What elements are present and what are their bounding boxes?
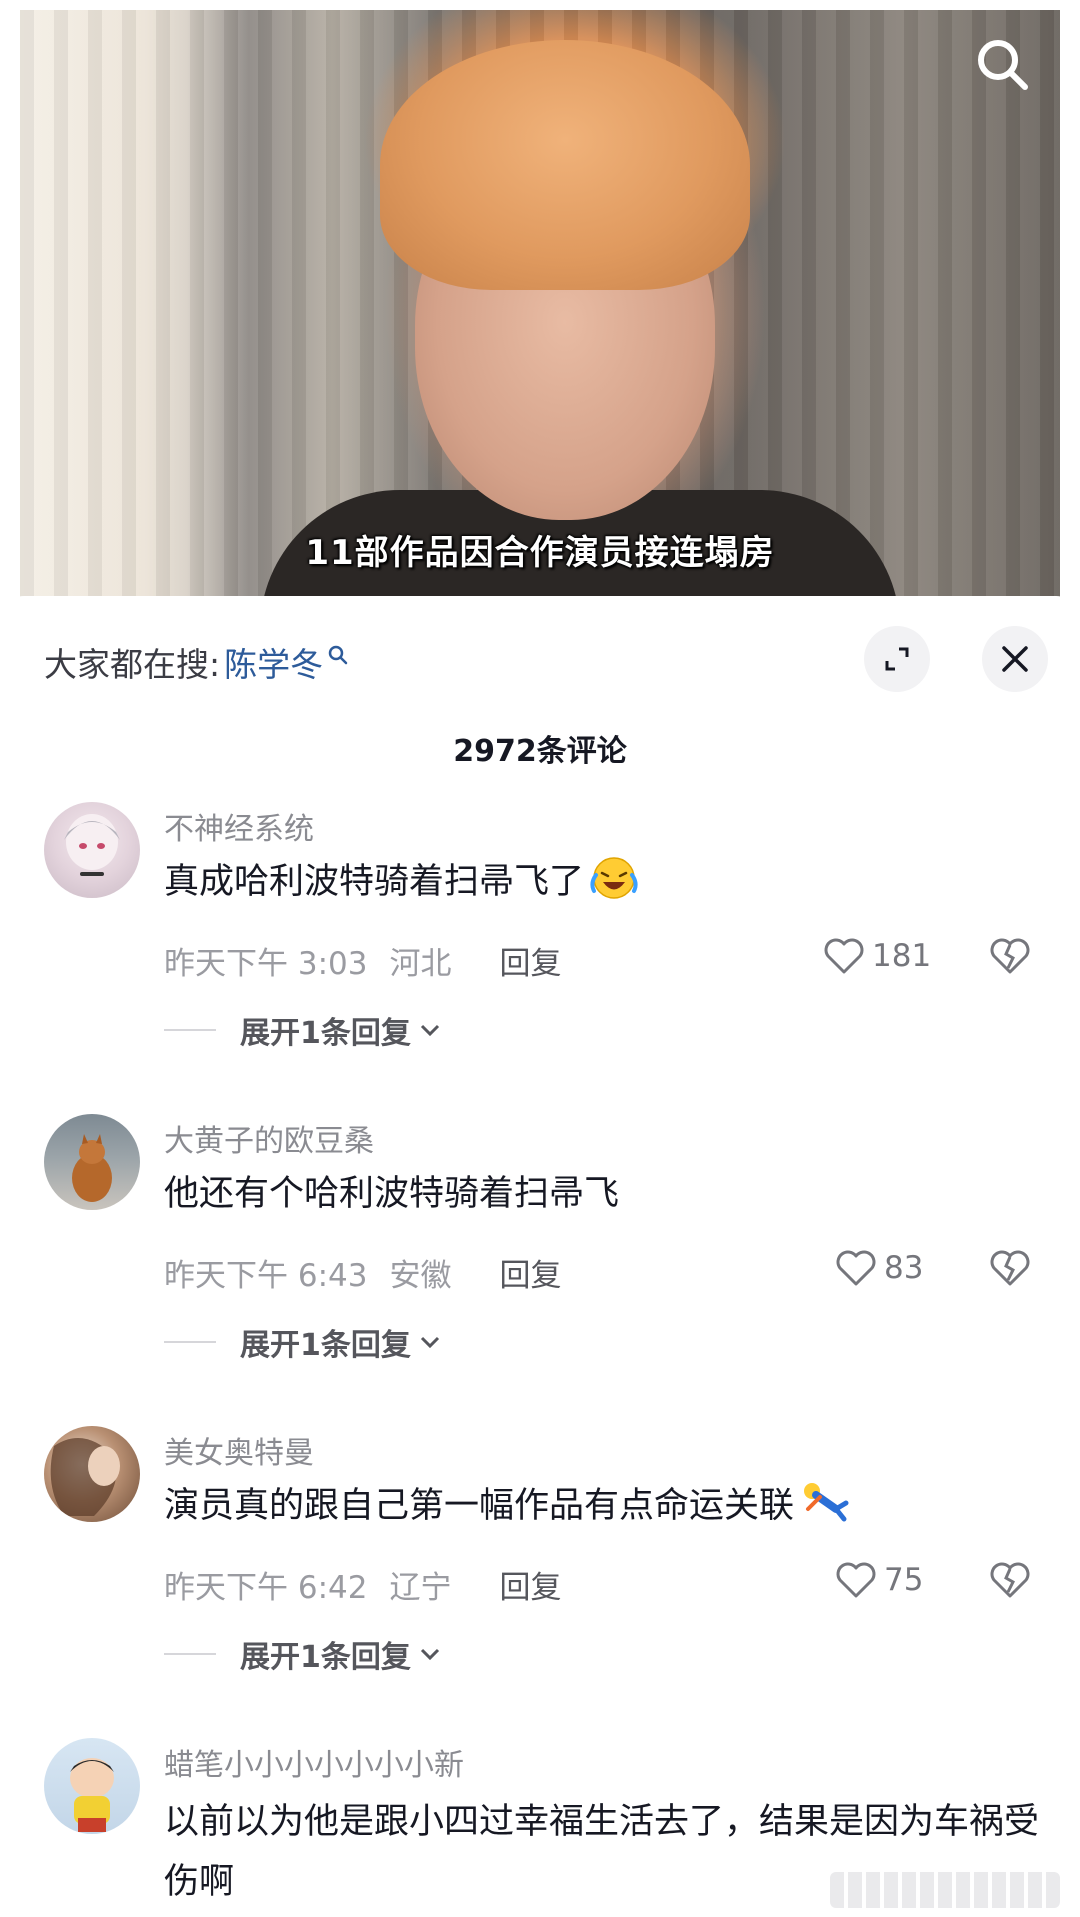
like-button[interactable]: 75 [834, 1560, 923, 1600]
avatar-image [72, 1134, 112, 1202]
like-button[interactable]: 83 [834, 1248, 923, 1288]
like-count: 75 [884, 1562, 924, 1598]
avatar[interactable] [44, 1114, 140, 1210]
comment-meta: 昨天下午 6:42 辽宁 回复 [164, 1562, 561, 1607]
reply-button[interactable]: 回复 [499, 938, 561, 983]
comment-username[interactable]: 蜡笔小小小小小小小新 [164, 1740, 464, 1784]
video-frame[interactable]: 11部作品因合作演员接连塌房 [20, 10, 1060, 600]
expand-replies-label: 展开1条回复 [240, 1328, 411, 1363]
close-button[interactable] [982, 626, 1048, 692]
comment-username[interactable]: 大黄子的欧豆桑 [164, 1116, 374, 1160]
comment-username[interactable]: 美女奥特曼 [164, 1428, 314, 1472]
avatar-image [70, 1758, 114, 1832]
close-icon [1002, 646, 1028, 672]
search-icon [978, 40, 1028, 90]
comment-username[interactable]: 不神经系统 [164, 804, 314, 848]
search-suggestion-keyword[interactable]: 陈学冬 [224, 638, 323, 686]
sheet-header: 大家都在搜: 陈学冬 [0, 596, 1080, 726]
like-button[interactable]: 181 [822, 936, 931, 976]
broken-heart-icon [990, 1562, 1030, 1598]
video-player[interactable]: 11部作品因合作演员接连塌房 [0, 0, 1080, 600]
heart-icon [836, 1562, 876, 1598]
like-count: 83 [884, 1250, 924, 1286]
video-person-hair [380, 40, 750, 290]
dislike-button[interactable] [988, 936, 1032, 980]
broken-heart-icon [990, 938, 1030, 974]
comment-text: 他还有个哈利波特骑着扫帚飞 [164, 1174, 620, 1214]
avatar[interactable] [44, 1738, 140, 1834]
broken-heart-icon [990, 1250, 1030, 1286]
avatar-image [50, 1438, 120, 1516]
divider-line [164, 1653, 216, 1655]
comment-time: 昨天下午 6:43 [164, 1258, 368, 1294]
avatar[interactable] [44, 802, 140, 898]
heart-icon [836, 1250, 876, 1286]
reply-button[interactable]: 回复 [499, 1562, 561, 1607]
video-caption: 11部作品因合作演员接连塌房 [305, 533, 775, 573]
search-suggestion-prefix: 大家都在搜: [44, 645, 221, 684]
search-small-icon [328, 645, 348, 665]
expand-replies-button[interactable]: 展开1条回复 [164, 1320, 441, 1364]
comment-count: 2972条评论 [453, 734, 627, 769]
comment-meta: 昨天下午 6:43 安徽 回复 [164, 1250, 561, 1295]
heart-icon [824, 938, 864, 974]
expand-button[interactable] [864, 626, 930, 692]
comment-time: 昨天下午 6:42 [164, 1570, 368, 1606]
comment-location: 河北 [389, 946, 452, 982]
comment-location: 安徽 [389, 1258, 452, 1294]
chevron-down-icon [420, 1648, 439, 1661]
comment-meta: 昨天下午 3:03 河北 回复 [164, 938, 561, 983]
like-count: 181 [872, 938, 932, 974]
expand-replies-button[interactable]: 展开1条回复 [164, 1632, 441, 1676]
watermark [830, 1872, 1060, 1908]
avatar[interactable] [44, 1426, 140, 1522]
falling-person-emoji-icon [804, 1483, 849, 1522]
search-button[interactable] [968, 30, 1038, 100]
laughing-crying-emoji-icon [590, 857, 638, 899]
dislike-button[interactable] [988, 1248, 1032, 1292]
avatar-image [64, 814, 120, 876]
reply-button[interactable]: 回复 [499, 1250, 561, 1295]
chevron-down-icon [420, 1336, 439, 1349]
expand-replies-label: 展开1条回复 [240, 1016, 411, 1051]
search-suggestion[interactable]: 大家都在搜: 陈学冬 [44, 638, 349, 686]
comment-text: 演员真的跟自己第一幅作品有点命运关联 [164, 1478, 1044, 1534]
dislike-button[interactable] [988, 1560, 1032, 1604]
comment-time: 昨天下午 3:03 [164, 946, 368, 982]
expand-replies-label: 展开1条回复 [240, 1640, 411, 1675]
chevron-down-icon [420, 1024, 439, 1037]
divider-line [164, 1341, 216, 1343]
comment-text-content: 演员真的跟自己第一幅作品有点命运关联 [164, 1486, 795, 1526]
comment-text: 真成哈利波特骑着扫帚飞了 [164, 854, 1044, 910]
comment-text-content: 真成哈利波特骑着扫帚飞了 [164, 862, 585, 902]
divider-line [164, 1029, 216, 1031]
expand-icon [885, 647, 909, 671]
expand-replies-button[interactable]: 展开1条回复 [164, 1008, 441, 1052]
comment-location: 辽宁 [389, 1570, 452, 1606]
